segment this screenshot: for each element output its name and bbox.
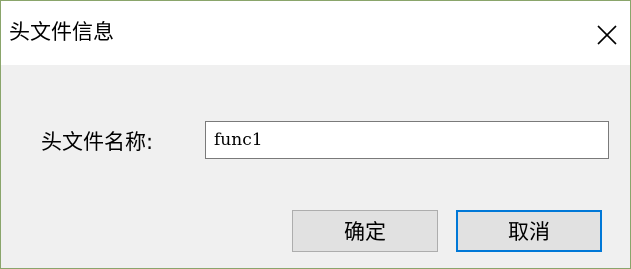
header-name-label: 头文件名称: <box>41 130 154 154</box>
title-bar[interactable]: 头文件信息 <box>1 1 630 65</box>
ok-button[interactable]: 确定 <box>292 210 438 252</box>
cancel-button[interactable]: 取消 <box>456 210 602 252</box>
close-button[interactable] <box>584 1 630 65</box>
dialog-title: 头文件信息 <box>9 20 114 44</box>
header-name-input[interactable] <box>205 121 609 159</box>
header-file-info-dialog: 头文件信息 头文件名称: 确定 取消 <box>0 0 631 269</box>
close-icon <box>597 25 617 45</box>
